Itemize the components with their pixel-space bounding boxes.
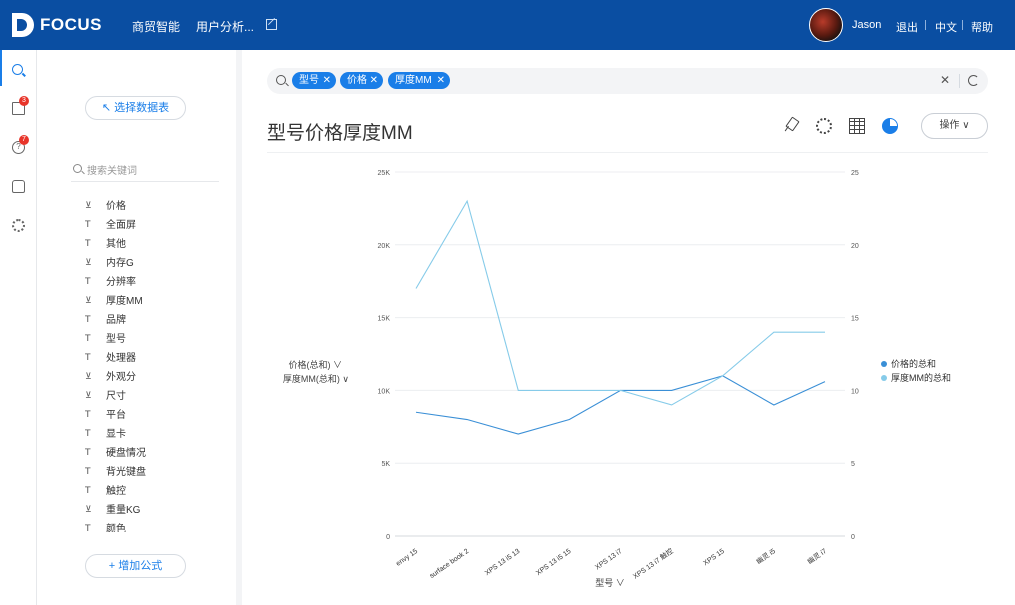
y-right-tick-label: 10: [851, 388, 859, 395]
x-tick-label: XPS 13 i7: [594, 548, 624, 572]
y-left-tick-label: 25K: [378, 170, 391, 177]
x-tick-label: 幽灵 i5: [754, 546, 777, 566]
y-right-tick-label: 15: [851, 316, 859, 323]
y-left-tick-label: 10K: [378, 388, 391, 395]
series-line: [415, 375, 826, 435]
y-right-tick-label: 5: [851, 461, 855, 468]
x-tick-label: XPS 13 i5 13: [484, 548, 522, 577]
x-tick-label: 幽灵 i7: [805, 546, 828, 566]
y-right-tick-label: 25: [851, 170, 859, 177]
legend-marker: [881, 361, 887, 367]
x-axis-label: 型号 ∨: [595, 578, 625, 588]
y-left-tick-label: 20K: [378, 243, 391, 250]
x-tick-label: XPS 13 i5 15: [535, 548, 573, 577]
y-left-tick-label: 0: [386, 534, 390, 541]
x-tick-label: XPS 15: [702, 548, 726, 567]
x-tick-label: envy 15: [395, 548, 419, 568]
y-right-tick-label: 0: [851, 534, 855, 541]
y-left-tick-label: 15K: [378, 316, 391, 323]
series-line: [415, 199, 825, 406]
y-left-axis-label: 价格(总和) ∨: [289, 359, 343, 370]
line-chart: 0 0 5K 5 10K 10 15K 15 20K 20 25K 25 价格(总和) ∨ 厚度MM(总和…: [283, 170, 951, 588]
y-left-axis-label: 厚度MM(总和) ∨: [283, 373, 349, 384]
y-left-tick-label: 5K: [381, 461, 390, 468]
x-tick-label: XPS 13 i7 触控: [631, 546, 675, 580]
y-right-tick-label: 20: [851, 243, 859, 250]
x-tick-label: surface book 2: [429, 548, 471, 580]
legend-label: 价格的总和: [891, 358, 936, 369]
legend-marker: [881, 375, 887, 381]
legend-label: 厚度MM的总和: [891, 372, 951, 383]
